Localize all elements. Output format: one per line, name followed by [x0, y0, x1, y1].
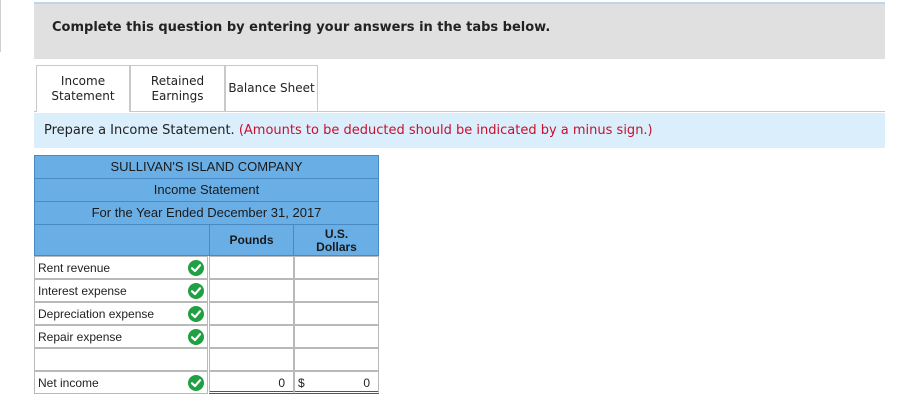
row-label: Interest expense [38, 284, 127, 298]
tab-balance-sheet-label: Balance Sheet [228, 81, 315, 95]
tab-retained-earnings-line2: Earnings [151, 88, 204, 103]
table-row: Rent revenue [34, 256, 379, 279]
usd-input[interactable] [294, 325, 379, 348]
checkmark-icon [188, 260, 204, 276]
usd-input[interactable] [294, 279, 379, 302]
row-label-cell[interactable] [34, 348, 208, 371]
row-label-cell[interactable]: Interest expense [34, 279, 208, 302]
row-label: Depreciation expense [38, 307, 155, 321]
table-row: Interest expense [34, 279, 379, 302]
checkmark-icon [188, 306, 204, 322]
tab-balance-sheet[interactable]: Balance Sheet [225, 65, 318, 111]
pounds-input[interactable] [209, 302, 294, 325]
instruction-bar: Prepare a Income Statement. (Amounts to … [34, 113, 885, 148]
checkmark-icon [188, 283, 204, 299]
tab-income-statement-line2: Statement [51, 89, 115, 103]
instruction-note: (Amounts to be deducted should be indica… [238, 123, 653, 138]
checkmark-icon [188, 329, 204, 345]
column-header-usd-line2: Dollars [316, 240, 357, 254]
tab-retained-earnings[interactable]: Retained Earnings [130, 65, 225, 111]
row-label-cell[interactable]: Rent revenue [34, 256, 208, 279]
table-row-net-income: Net income 0 $ 0 [34, 371, 379, 395]
pounds-input[interactable] [209, 256, 294, 279]
pounds-input[interactable] [209, 348, 294, 371]
table-row: Depreciation expense [34, 302, 379, 325]
tabs-baseline [34, 111, 885, 112]
row-label-cell[interactable]: Repair expense [34, 325, 208, 348]
column-header-row: Pounds U.S. Dollars [34, 224, 379, 256]
pounds-total-cell: 0 [209, 371, 294, 394]
left-border-line [0, 0, 1, 52]
tab-retained-earnings-line1: Retained [150, 73, 205, 88]
company-name: SULLIVAN'S ISLAND COMPANY [34, 155, 379, 179]
row-label-cell[interactable]: Depreciation expense [34, 302, 208, 325]
row-label: Rent revenue [38, 261, 111, 275]
banner-text: Complete this question by entering your … [52, 20, 551, 35]
tab-income-statement[interactable]: Income Statement [36, 65, 130, 112]
row-label: Repair expense [38, 330, 123, 344]
dollar-sign: $ [298, 376, 305, 390]
usd-total-cell: $ 0 [294, 371, 379, 394]
pounds-input[interactable] [209, 325, 294, 348]
instruction-banner: Complete this question by entering your … [34, 2, 885, 59]
instruction-text: Prepare a Income Statement. (Amounts to … [44, 123, 653, 138]
table-row: Repair expense [34, 325, 379, 348]
usd-input[interactable] [294, 302, 379, 325]
column-header-usd: U.S. Dollars [294, 228, 379, 254]
statement-period: For the Year Ended December 31, 2017 [34, 201, 379, 225]
pounds-input[interactable] [209, 279, 294, 302]
row-label-cell[interactable]: Net income [34, 371, 208, 394]
checkmark-icon [188, 375, 204, 391]
usd-input[interactable] [294, 348, 379, 371]
usd-input[interactable] [294, 256, 379, 279]
statement-title: Income Statement [34, 178, 379, 202]
column-header-pounds: Pounds [229, 233, 274, 247]
table-row [34, 348, 379, 371]
instruction-prefix: Prepare a Income Statement. [44, 123, 239, 138]
pounds-total-value: 0 [278, 376, 285, 390]
row-label: Net income [38, 376, 99, 390]
tab-income-statement-line1: Income [60, 74, 106, 88]
usd-total-value: 0 [363, 376, 370, 390]
